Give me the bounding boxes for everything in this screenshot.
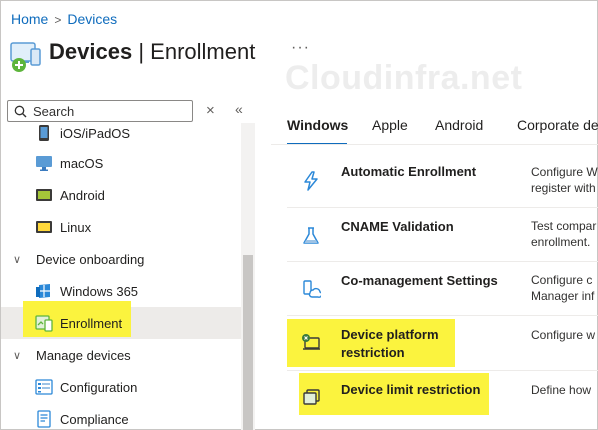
compliance-icon (37, 410, 51, 428)
co-management-icon (303, 280, 321, 298)
more-options-button[interactable]: ··· (291, 39, 310, 57)
sidebar-item-android[interactable]: Android (1, 179, 241, 211)
page-title: Devices | Enrollment (49, 39, 255, 65)
setting-description: Define how (531, 383, 592, 397)
sidebar-item-label: Enrollment (60, 315, 123, 331)
sidebar-group-manage-devices[interactable]: ∨ Manage devices (1, 339, 241, 371)
device-limit-icon (303, 389, 320, 405)
setting-name: Device platform (341, 327, 439, 342)
sidebar-item-macos[interactable]: macOS (1, 147, 241, 179)
configuration-icon (35, 379, 53, 395)
sidebar-item-label: iOS/iPadOS (60, 125, 131, 141)
setting-description: Configure c (531, 273, 593, 287)
sidebar-item-label: Windows 365 (60, 283, 139, 299)
windows365-icon (36, 284, 50, 298)
sidebar-group-label: Device onboarding (36, 251, 145, 267)
platform-restriction-icon (302, 334, 320, 350)
enrollment-icon (35, 315, 53, 332)
setting-row-automatic-enrollment[interactable]: Automatic Enrollment Configure W registe… (287, 153, 598, 208)
page-title-separator: | (138, 39, 145, 64)
sidebar-scrollbar-thumb[interactable] (243, 255, 253, 430)
setting-description: Configure W (531, 165, 598, 179)
page-title-main: Devices (49, 39, 133, 64)
setting-name: CNAME Validation (341, 219, 454, 234)
breadcrumb-separator: > (54, 13, 62, 27)
devices-icon (10, 42, 41, 72)
page-title-section: Enrollment (150, 39, 256, 64)
chevron-down-icon: ∨ (13, 349, 22, 362)
linux-icon (36, 221, 52, 233)
setting-name: restriction (341, 345, 405, 360)
sidebar-item-label: Configuration (60, 379, 138, 395)
flask-icon (303, 227, 319, 244)
sidebar-nav: iOS/iPadOS macOS Android Linux ∨ Device … (1, 123, 255, 430)
sidebar-item-ios[interactable]: iOS/iPadOS (1, 123, 241, 149)
setting-row-device-limit-restriction[interactable]: Device limit restriction Define how (287, 371, 598, 430)
breadcrumb-devices-link[interactable]: Devices (67, 11, 117, 27)
setting-description: enrollment. (531, 235, 591, 249)
sidebar-item-label: macOS (60, 155, 104, 171)
sidebar-item-enrollment[interactable]: Enrollment (1, 301, 241, 339)
tabs-divider (271, 144, 598, 145)
setting-name: Device limit restriction (341, 382, 481, 397)
setting-row-co-management[interactable]: Co-management Settings Configure c Manag… (287, 262, 598, 316)
breadcrumb: Home > Devices (11, 11, 117, 27)
chevron-down-icon: ∨ (13, 253, 22, 266)
sidebar-item-configuration[interactable]: Configuration (1, 371, 241, 403)
tab-corporate[interactable]: Corporate de (517, 117, 598, 133)
setting-name: Co-management Settings (341, 273, 498, 288)
search-icon (14, 105, 27, 117)
ios-device-icon (39, 125, 49, 141)
monitor-icon (36, 156, 52, 171)
tab-android[interactable]: Android (435, 117, 483, 133)
setting-row-device-platform-restriction[interactable]: Device platform restriction Configure w (287, 316, 598, 371)
sidebar-item-linux[interactable]: Linux (1, 211, 241, 243)
setting-description: Configure w (531, 328, 596, 342)
sidebar-scrollbar[interactable] (241, 123, 255, 430)
clear-search-button[interactable]: × (206, 102, 215, 119)
sidebar-item-compliance[interactable]: Compliance (1, 403, 241, 430)
setting-name: Automatic Enrollment (341, 164, 477, 179)
setting-description: register with (531, 181, 596, 195)
sidebar-item-label: Android (60, 187, 105, 203)
setting-description: Manager inf (531, 289, 595, 303)
sidebar-item-label: Compliance (60, 411, 129, 427)
sidebar-group-label: Manage devices (36, 347, 131, 363)
tab-windows[interactable]: Windows (287, 117, 348, 133)
breadcrumb-home-link[interactable]: Home (11, 11, 48, 27)
setting-row-cname-validation[interactable]: CNAME Validation Test compar enrollment. (287, 208, 598, 262)
collapse-sidebar-button[interactable]: « (235, 101, 243, 117)
setting-description: Test compar (531, 219, 597, 233)
lightning-icon (304, 171, 318, 191)
tab-apple[interactable]: Apple (372, 117, 408, 133)
search-box[interactable] (7, 100, 193, 122)
watermark: Cloudinfra.net (285, 59, 523, 97)
platform-tabs: Windows Apple Android Corporate de (271, 117, 598, 145)
android-icon (36, 189, 52, 201)
sidebar-item-label: Linux (60, 219, 92, 235)
sidebar-group-device-onboarding[interactable]: ∨ Device onboarding (1, 243, 241, 275)
search-input[interactable] (33, 103, 183, 119)
